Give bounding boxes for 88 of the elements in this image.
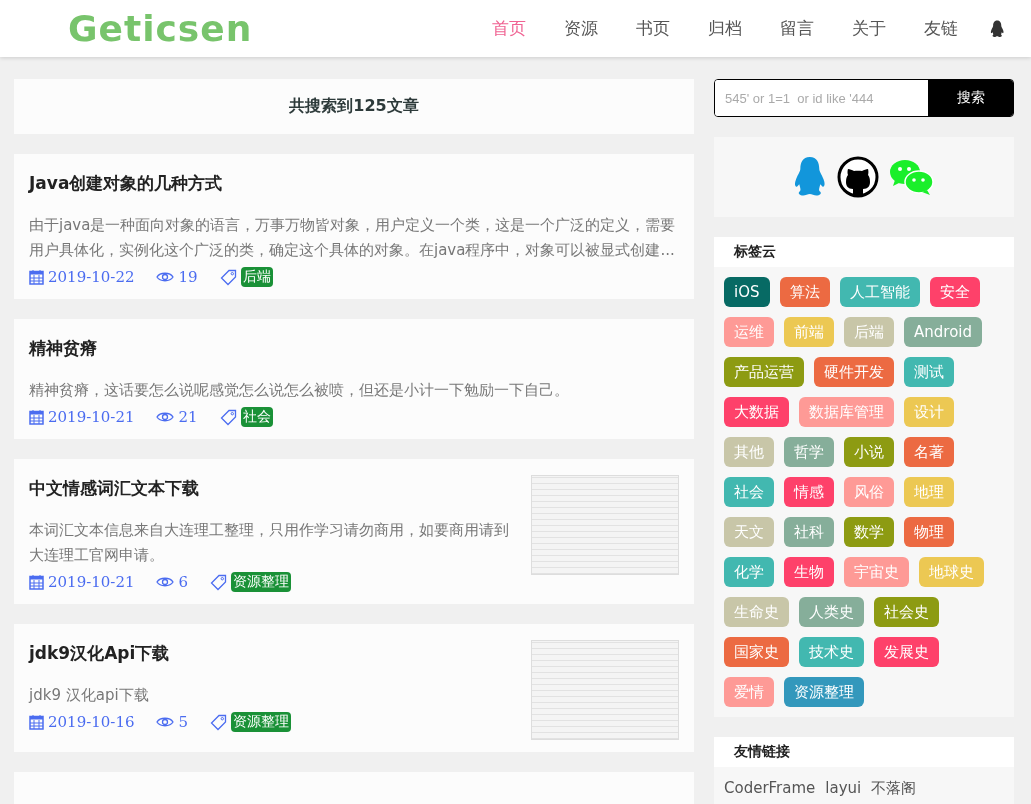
tag-chip[interactable]: 数据库管理 [799, 397, 894, 427]
tag-chip[interactable]: 资源整理 [784, 677, 864, 707]
tag-chip[interactable]: 技术史 [799, 637, 864, 667]
nav-link[interactable]: 友链 [905, 17, 977, 40]
search-field[interactable]: 545' or 1=1 or id like '444 搜索 [714, 79, 1014, 117]
tag-chip[interactable]: 设计 [904, 397, 954, 427]
nav-link[interactable]: 关于 [833, 17, 905, 40]
tag-chip[interactable]: iOS [724, 277, 770, 307]
tag-chip[interactable]: 人工智能 [839, 277, 920, 307]
article-tag[interactable]: 资源整理 [231, 712, 292, 732]
tag-chip[interactable]: 安全 [929, 277, 980, 307]
tag-chip[interactable]: 物理 [904, 517, 954, 547]
tag-chip[interactable]: 前端 [784, 317, 834, 347]
view-count: 19 [178, 268, 198, 286]
article-title[interactable]: jdk9汉化Api下载 [29, 642, 515, 665]
tag-chip[interactable]: 发展史 [874, 637, 939, 667]
article-title[interactable]: 中文情感词汇文本下载 [29, 477, 515, 500]
tag-chip[interactable]: 硬件开发 [814, 357, 894, 387]
tag-chip[interactable]: Android [904, 317, 982, 347]
site-logo[interactable]: Geticsen [68, 8, 473, 49]
tag-icon [219, 268, 237, 286]
penguin-icon[interactable] [989, 19, 1005, 38]
tag-chip[interactable]: 化学 [724, 557, 774, 587]
article-summary: 精神贫瘠，这话要怎么说呢感觉怎么说怎么被喷，但还是小计一下勉励一下自己。 [29, 380, 570, 401]
tag-chip[interactable]: 名著 [904, 437, 954, 467]
calendar-icon [29, 409, 44, 425]
tag-chip[interactable]: 大数据 [724, 397, 789, 427]
calendar-icon [29, 574, 44, 590]
panel-title: 标签云 [714, 237, 1014, 267]
tag-chip[interactable]: 天文 [724, 517, 774, 547]
tag-chip[interactable]: 爱情 [724, 677, 774, 707]
tag-chip[interactable]: 生命史 [724, 597, 789, 627]
calendar-icon [29, 269, 44, 285]
search-result-heading: 共搜索到125文章 [14, 79, 694, 134]
tag-chip[interactable]: 产品运营 [724, 357, 804, 387]
view-count: 21 [178, 408, 198, 426]
tag-chip[interactable]: 社会 [724, 477, 774, 507]
tag-chip[interactable]: 社会史 [874, 597, 939, 627]
friend-link[interactable]: 不落阁 [871, 779, 917, 798]
tag-chip[interactable]: 地理 [904, 477, 954, 507]
article-tag[interactable]: 社会 [240, 407, 273, 427]
nav-link[interactable]: 归档 [689, 17, 761, 40]
eye-icon [156, 716, 175, 728]
panel-title: 友情链接 [714, 737, 1014, 767]
tag-chip[interactable]: 社科 [784, 517, 834, 547]
view-count: 5 [178, 713, 189, 731]
tag-chip[interactable]: 风俗 [844, 477, 894, 507]
article-summary: jdk9 汉化api下载 [29, 685, 150, 706]
tag-chip[interactable]: 小说 [844, 437, 894, 467]
post-date: 2019-10-21 [48, 573, 135, 591]
tag-chip[interactable]: 后端 [844, 317, 894, 347]
eye-icon [156, 576, 175, 588]
friend-link[interactable]: layui [825, 779, 862, 798]
tag-chip[interactable]: 地球史 [919, 557, 984, 587]
article-summary: 本词汇文本信息来自大连理工整理，只用作学习请勿商用，如要商用请到大连理工官网申请。 [29, 520, 510, 566]
post-date: 2019-10-21 [48, 408, 135, 426]
article-summary: 由于java是一种面向对象的语言，万事万物皆对象，用户定义一个类，这是一个广泛的定义，需要用户具体化，实例化这个广泛的类，确定这个具体的对象。在java程序中，对象可以被显式创建... [29, 215, 677, 261]
article-tag[interactable]: 后端 [240, 267, 273, 287]
nav-link[interactable]: 书页 [617, 17, 689, 40]
tag-chip[interactable]: 数学 [844, 517, 894, 547]
eye-icon [156, 411, 175, 423]
post-date: 2019-10-22 [48, 268, 135, 286]
tag-chip[interactable]: 情感 [784, 477, 834, 507]
eye-icon [156, 271, 175, 283]
tag-chip[interactable]: 算法 [779, 277, 830, 307]
tag-chip[interactable]: 哲学 [784, 437, 834, 467]
tag-icon [219, 408, 237, 426]
tag-chip[interactable]: 运维 [724, 317, 774, 347]
tag-chip[interactable]: 宇宙史 [844, 557, 909, 587]
article-title[interactable]: Java创建对象的几种方式 [29, 172, 679, 195]
article-title[interactable]: 精神贫瘠 [29, 337, 679, 360]
friend-link[interactable]: CoderFrame [724, 779, 816, 798]
calendar-icon [29, 714, 44, 730]
post-date: 2019-10-16 [48, 713, 135, 731]
tag-chip[interactable]: 测试 [904, 357, 954, 387]
nav-link[interactable]: 首页 [473, 17, 545, 40]
nav-link[interactable]: 留言 [761, 17, 833, 40]
article-tag[interactable]: 资源整理 [231, 572, 292, 592]
tag-chip[interactable]: 其他 [724, 437, 774, 467]
cat-icon[interactable] [836, 156, 879, 198]
search-button[interactable]: 搜索 [928, 80, 1013, 116]
tag-chip[interactable]: 生物 [784, 557, 834, 587]
tag-icon [210, 713, 228, 731]
tag-chip[interactable]: 国家史 [724, 637, 789, 667]
tag-chip[interactable]: 人类史 [799, 597, 864, 627]
tag-icon [210, 573, 228, 591]
view-count: 6 [178, 573, 189, 591]
nav-link[interactable]: 资源 [545, 17, 617, 40]
